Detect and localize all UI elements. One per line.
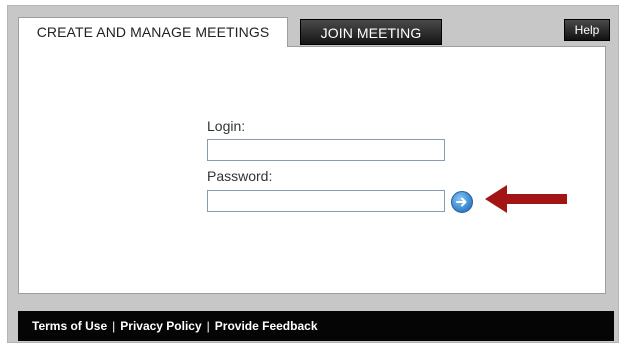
help-button[interactable]: Help xyxy=(564,19,610,41)
footer-separator: | xyxy=(206,319,210,333)
login-panel xyxy=(18,46,606,294)
login-submit-button[interactable] xyxy=(451,191,473,213)
footer-bar: Terms of Use | Privacy Policy | Provide Feed… xyxy=(18,311,614,341)
privacy-policy-link[interactable]: Privacy Policy xyxy=(120,319,201,333)
tab-create-and-manage-meetings[interactable]: CREATE AND MANAGE MEETINGS xyxy=(18,17,288,47)
tab-join-meeting[interactable]: JOIN MEETING xyxy=(300,19,442,45)
password-input[interactable] xyxy=(207,190,445,212)
provide-feedback-link[interactable]: Provide Feedback xyxy=(215,319,318,333)
footer-separator: | xyxy=(112,319,116,333)
login-input[interactable] xyxy=(207,139,445,161)
arrow-right-circle-icon xyxy=(456,197,467,207)
terms-of-use-link[interactable]: Terms of Use xyxy=(32,319,107,333)
